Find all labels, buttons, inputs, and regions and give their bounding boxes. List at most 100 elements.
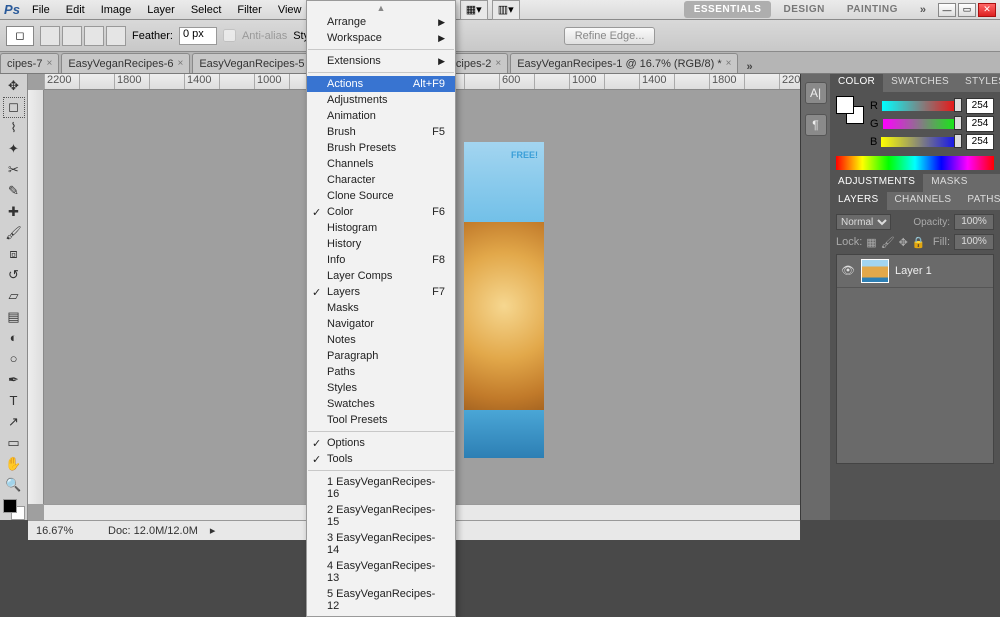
menu-item-histogram[interactable]: Histogram [307,220,455,236]
b-value[interactable]: 254 [966,134,994,150]
lock-transparency-icon[interactable]: ▦ [866,236,876,249]
arrange-dropdown[interactable]: ▥▾ [492,0,520,20]
menu-item-4-easyveganrecipes-13[interactable]: 4 EasyVeganRecipes-13 [307,558,455,586]
tab-layers[interactable]: LAYERS [830,192,887,210]
foreground-background-swatch[interactable] [3,499,25,520]
menu-select[interactable]: Select [183,2,230,18]
zoom-tool[interactable]: 🔍 [3,474,25,495]
screen-mode-dropdown[interactable]: ▦▾ [460,0,488,20]
selection-subtract-icon[interactable] [84,26,104,46]
menu-view[interactable]: View [270,2,310,18]
workspace-design[interactable]: DESIGN [773,1,834,18]
document-tab[interactable]: cipes-7× [0,53,59,73]
menu-file[interactable]: File [24,2,58,18]
menu-item-masks[interactable]: Masks [307,300,455,316]
history-brush-tool[interactable]: ↺ [3,265,25,286]
r-slider[interactable] [882,101,962,111]
close-icon[interactable]: × [726,58,732,69]
workspace-painting[interactable]: PAINTING [837,1,908,18]
layer-name[interactable]: Layer 1 [895,265,932,277]
close-icon[interactable]: × [495,58,501,69]
fill-input[interactable]: 100% [954,234,994,250]
wand-tool[interactable]: ✦ [3,139,25,160]
menu-item-tool-presets[interactable]: Tool Presets [307,412,455,428]
lock-all-icon[interactable]: 🔒 [912,236,926,249]
tab-styles[interactable]: STYLES [957,74,1000,92]
menu-item-paths[interactable]: Paths [307,364,455,380]
menu-item-2-easyveganrecipes-15[interactable]: 2 EasyVeganRecipes-15 [307,502,455,530]
selection-new-icon[interactable] [40,26,60,46]
brush-tool[interactable]: 🖌 [3,223,25,244]
close-button[interactable]: ✕ [978,3,996,17]
r-value[interactable]: 254 [966,98,994,114]
g-value[interactable]: 254 [966,116,994,132]
eyedropper-tool[interactable]: ✎ [3,181,25,202]
menu-item-layers[interactable]: ✓LayersF7 [307,284,455,300]
dodge-tool[interactable]: ○ [3,348,25,369]
lock-pixels-icon[interactable]: 🖌 [881,236,895,249]
hand-tool[interactable]: ✋ [3,453,25,474]
menu-item-5-easyveganrecipes-12[interactable]: 5 EasyVeganRecipes-12 [307,586,455,614]
tab-masks[interactable]: MASKS [923,174,976,192]
stamp-tool[interactable]: ⧈ [3,244,25,265]
menu-item-brush[interactable]: BrushF5 [307,124,455,140]
g-slider[interactable] [883,119,962,129]
menu-item-animation[interactable]: Animation [307,108,455,124]
blend-mode-select[interactable]: Normal [836,214,891,230]
color-spectrum[interactable] [836,156,994,170]
workspace-more-icon[interactable]: » [912,4,934,16]
layer-thumbnail[interactable] [861,259,889,283]
menu-item-workspace[interactable]: Workspace▶ [307,30,455,46]
crop-tool[interactable]: ✂ [3,160,25,181]
menu-item-styles[interactable]: Styles [307,380,455,396]
document-tab[interactable]: EasyVeganRecipes-5× [192,53,321,73]
menu-item-paragraph[interactable]: Paragraph [307,348,455,364]
lock-position-icon[interactable]: ✥ [899,236,908,249]
feather-input[interactable]: 0 px [179,27,217,45]
minimize-button[interactable]: ― [938,3,956,17]
workspace-essentials[interactable]: ESSENTIALS [684,1,772,18]
visibility-icon[interactable]: 👁 [841,264,855,278]
menu-item-adjustments[interactable]: Adjustments [307,92,455,108]
path-tool[interactable]: ↗ [3,411,25,432]
tab-adjustments[interactable]: ADJUSTMENTS [830,174,923,192]
menu-item-navigator[interactable]: Navigator [307,316,455,332]
gradient-tool[interactable]: ▤ [3,306,25,327]
document-tab[interactable]: EasyVeganRecipes-6× [61,53,190,73]
paragraph-panel-icon[interactable]: ¶ [805,114,827,136]
move-tool[interactable]: ✥ [3,76,25,97]
menu-item-layer-comps[interactable]: Layer Comps [307,268,455,284]
refine-edge-button[interactable]: Refine Edge... [564,27,656,45]
document-tab[interactable]: EasyVeganRecipes-1 @ 16.7% (RGB/8) *× [510,53,738,73]
menu-filter[interactable]: Filter [229,2,269,18]
selection-intersect-icon[interactable] [106,26,126,46]
menu-item-info[interactable]: InfoF8 [307,252,455,268]
selection-add-icon[interactable] [62,26,82,46]
menu-item-channels[interactable]: Channels [307,156,455,172]
menu-item-options[interactable]: ✓Options [307,435,455,451]
menu-item-history[interactable]: History [307,236,455,252]
menu-item-extensions[interactable]: Extensions▶ [307,53,455,69]
character-panel-icon[interactable]: A| [805,82,827,104]
menu-layer[interactable]: Layer [139,2,183,18]
menu-item-brush-presets[interactable]: Brush Presets [307,140,455,156]
layer-item[interactable]: 👁 Layer 1 [837,255,993,288]
menu-image[interactable]: Image [93,2,140,18]
tab-swatches[interactable]: SWATCHES [883,74,957,92]
maximize-button[interactable]: ▭ [958,3,976,17]
menu-edit[interactable]: Edit [58,2,93,18]
color-swatch-pair[interactable] [836,96,864,124]
tab-color[interactable]: COLOR [830,74,883,92]
menu-item-tools[interactable]: ✓Tools [307,451,455,467]
menu-item-1-easyveganrecipes-16[interactable]: 1 EasyVeganRecipes-16 [307,474,455,502]
tab-paths[interactable]: PATHS [959,192,1000,210]
close-icon[interactable]: × [46,58,52,69]
type-tool[interactable]: T [3,390,25,411]
eraser-tool[interactable]: ▱ [3,286,25,307]
blur-tool[interactable]: ◐ [3,327,25,348]
tool-preset-picker[interactable]: ◻ [6,26,34,46]
tab-channels[interactable]: CHANNELS [887,192,960,210]
opacity-input[interactable]: 100% [954,214,994,230]
close-icon[interactable]: × [178,58,184,69]
menu-item-clone-source[interactable]: Clone Source [307,188,455,204]
